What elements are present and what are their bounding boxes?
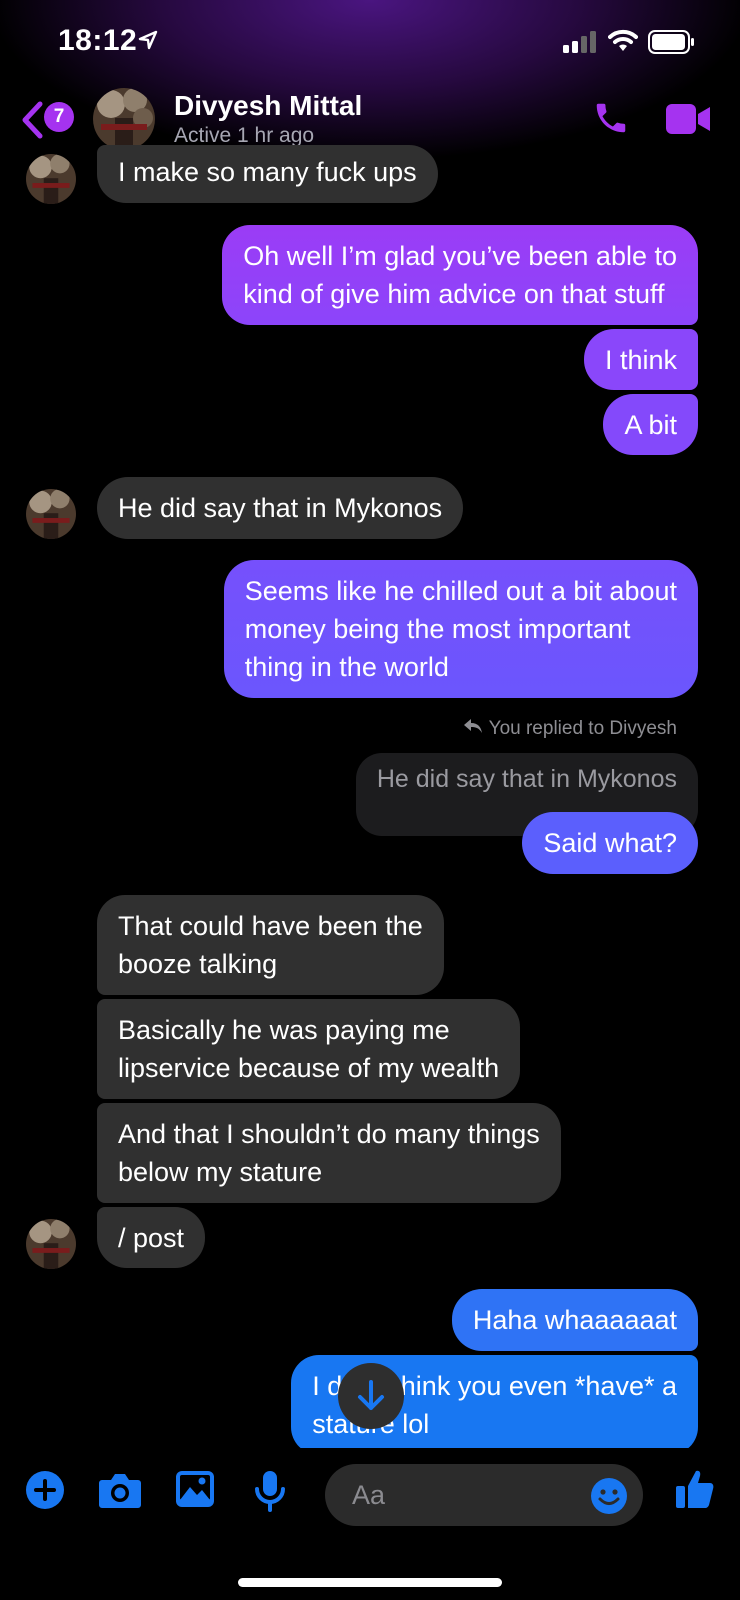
video-camera-icon[interactable] [666,102,712,141]
message-text-line: Basically he was paying me [118,1015,450,1045]
status-time: 18:12 [58,24,138,57]
scroll-to-bottom-button[interactable] [338,1363,404,1429]
outgoing-message[interactable]: I think [583,329,698,390]
microphone-icon[interactable] [254,1470,286,1517]
outgoing-message[interactable]: Haha whaaaaaat [451,1289,698,1351]
message-text-line: And that I shouldn’t do many things [118,1119,540,1149]
avatar[interactable] [26,1219,76,1269]
status-bar: 18:12 [0,0,740,86]
incoming-message[interactable]: I make so many fuck ups [97,145,438,203]
reply-note-text: You replied to Divyesh [488,718,677,739]
camera-icon[interactable] [98,1470,142,1515]
wifi-icon [608,29,638,58]
emoji-icon[interactable] [590,1477,628,1520]
message-text-line: Oh well I’m glad you’ve been able to [243,241,677,271]
message-text: I think [604,345,677,375]
message-text: I make so many fuck ups [118,157,417,187]
chevron-left-icon [20,98,44,147]
message-text-line: Seems like he chilled out a bit about [244,576,677,606]
message-text-line: money being the most important [244,614,631,644]
phone-icon[interactable] [592,99,630,142]
location-arrow-icon [138,30,158,55]
quoted-text: He did say that in Mykonos [376,765,677,793]
message-text: Said what? [543,828,677,858]
message-text: A bit [624,410,677,440]
contact-avatar[interactable] [93,88,155,150]
avatar[interactable] [26,154,76,204]
message-text-line: lipservice because of my wealth [118,1053,500,1083]
message-input[interactable]: Aa [325,1464,643,1526]
reply-arrow-icon [463,718,483,740]
incoming-message[interactable]: He did say that in Mykonos [97,477,464,539]
incoming-message[interactable]: Basically he was paying me lipservice be… [97,999,521,1099]
arrow-down-icon [358,1380,384,1410]
message-text-line: thing in the world [244,652,449,682]
cellular-signal-icon [563,31,597,58]
incoming-message[interactable]: And that I shouldn’t do many things belo… [97,1103,561,1203]
unread-badge: 7 [44,102,74,132]
outgoing-message[interactable]: A bit [603,394,698,455]
incoming-message[interactable]: / post [97,1207,206,1268]
plus-icon[interactable] [25,1470,65,1515]
message-text: Haha whaaaaaat [472,1305,677,1335]
message-text: / post [118,1223,185,1253]
outgoing-message[interactable]: Oh well I’m glad you’ve been able to kin… [222,225,698,325]
message-text-line: booze talking [118,949,278,979]
message-input-placeholder: Aa [352,1480,386,1510]
photo-icon[interactable] [175,1470,215,1513]
message-text: He did say that in Mykonos [118,493,443,523]
message-text-line: below my stature [118,1157,323,1187]
battery-icon [648,30,696,59]
contact-name[interactable]: Divyesh Mittal [174,90,362,122]
outgoing-message[interactable]: Said what? [522,812,698,874]
message-text-line: kind of give him advice on that stuff [243,279,665,309]
home-indicator [238,1578,502,1587]
thumbs-up-icon[interactable] [675,1468,715,1515]
outgoing-message[interactable]: Seems like he chilled out a bit about mo… [223,560,698,698]
avatar[interactable] [26,489,76,539]
back-button[interactable]: 7 [20,98,76,139]
reply-note: You replied to Divyesh [463,718,677,740]
incoming-message[interactable]: That could have been the booze talking [97,895,444,995]
message-text-line: That could have been the [118,911,423,941]
message-composer: Aa [0,1448,740,1548]
